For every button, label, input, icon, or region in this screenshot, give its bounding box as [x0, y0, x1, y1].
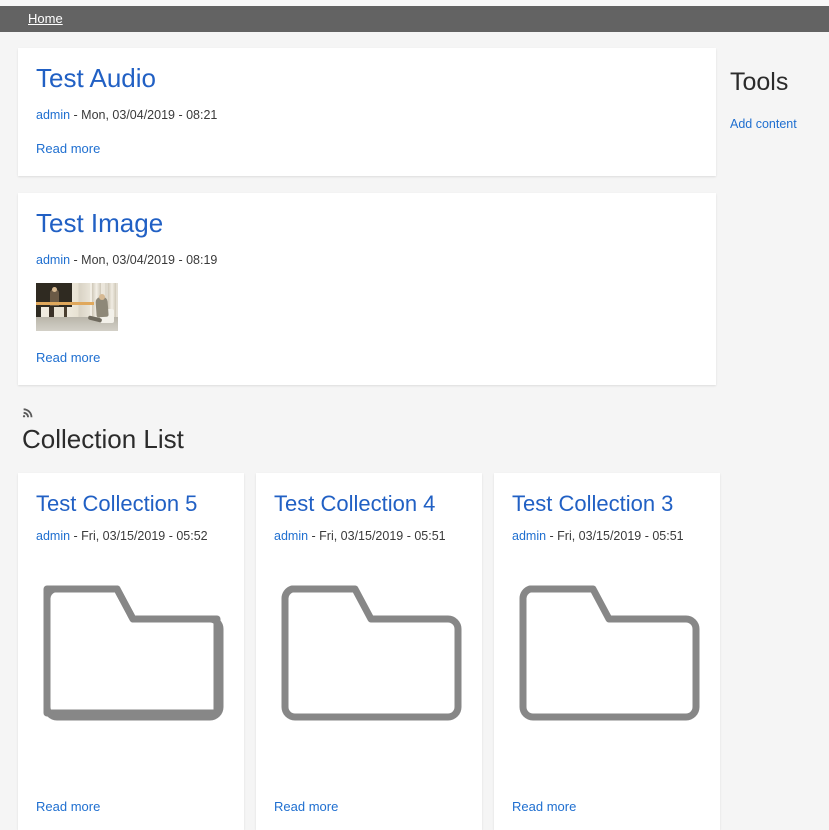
collection-author-link[interactable]: admin — [274, 529, 308, 543]
collection-title-link[interactable]: Test Collection 3 — [512, 491, 673, 516]
sidebar-region: Tools Add content — [716, 32, 829, 131]
article-submitted-separator: - — [70, 108, 81, 122]
collection-title: Test Collection 3 — [512, 491, 704, 516]
collection-read-more-link[interactable]: Read more — [512, 781, 576, 814]
collection-card: Test Collection 3 admin - Fri, 03/15/201… — [494, 473, 720, 830]
sidebar-link-add-content[interactable]: Add content — [730, 117, 829, 131]
admin-toolbar: Home — [0, 6, 829, 32]
collection-title: Test Collection 5 — [36, 491, 228, 516]
collection-date: Fri, 03/15/2019 - 05:52 — [81, 529, 207, 543]
article-author-link[interactable]: admin — [36, 108, 70, 122]
feed-icon-row — [22, 402, 716, 422]
collection-submitted-line: admin - Fri, 03/15/2019 - 05:52 — [36, 529, 228, 543]
collection-submitted-line: admin - Fri, 03/15/2019 - 05:51 — [274, 529, 466, 543]
article-read-more-link[interactable]: Read more — [36, 350, 100, 365]
article-title: Test Image — [36, 209, 698, 239]
thumbnail-receptionist-head — [52, 287, 57, 292]
collection-title-link[interactable]: Test Collection 5 — [36, 491, 197, 516]
article-date: Mon, 03/04/2019 - 08:19 — [81, 253, 217, 267]
collection-date: Fri, 03/15/2019 - 05:51 — [319, 529, 445, 543]
main-content-region: Test Audio admin - Mon, 03/04/2019 - 08:… — [0, 32, 716, 830]
article-card: Test Image admin - Mon, 03/04/2019 - 08:… — [18, 193, 716, 385]
toolbar-item-home[interactable]: Home — [18, 6, 73, 32]
article-title-link[interactable]: Test Audio — [36, 63, 156, 93]
collection-author-link[interactable]: admin — [512, 529, 546, 543]
article-author-link[interactable]: admin — [36, 253, 70, 267]
collection-thumbnail — [36, 571, 228, 731]
collection-submitted-separator: - — [308, 529, 319, 543]
article-thumbnail-image[interactable] — [36, 283, 118, 331]
collection-list-heading: Collection List — [22, 424, 716, 455]
article-read-more-link[interactable]: Read more — [36, 141, 100, 156]
article-submitted-line: admin - Mon, 03/04/2019 - 08:21 — [36, 108, 698, 122]
folder-icon — [513, 571, 703, 731]
collection-thumbnail — [512, 571, 704, 731]
rss-feed-icon[interactable] — [22, 405, 35, 418]
folder-icon — [37, 571, 227, 731]
article-submitted-separator: - — [70, 253, 81, 267]
collection-date: Fri, 03/15/2019 - 05:51 — [557, 529, 683, 543]
thumbnail-reception-counter — [36, 304, 92, 323]
collection-title: Test Collection 4 — [274, 491, 466, 516]
thumbnail-visitor-head — [99, 294, 105, 300]
article-title: Test Audio — [36, 64, 698, 94]
article-submitted-line: admin - Mon, 03/04/2019 - 08:19 — [36, 253, 698, 267]
collection-author-link[interactable]: admin — [36, 529, 70, 543]
collection-thumbnail — [274, 571, 466, 731]
article-card: Test Audio admin - Mon, 03/04/2019 - 08:… — [18, 48, 716, 176]
collection-card: Test Collection 4 admin - Fri, 03/15/201… — [256, 473, 482, 830]
collection-submitted-separator: - — [70, 529, 81, 543]
page-layout: Test Audio admin - Mon, 03/04/2019 - 08:… — [0, 32, 829, 830]
article-date: Mon, 03/04/2019 - 08:21 — [81, 108, 217, 122]
collection-read-more-link[interactable]: Read more — [36, 781, 100, 814]
sidebar-tools-title: Tools — [730, 70, 829, 95]
collection-read-more-link[interactable]: Read more — [274, 781, 338, 814]
article-title-link[interactable]: Test Image — [36, 208, 163, 238]
folder-icon — [275, 571, 465, 731]
collection-card-grid: Test Collection 5 admin - Fri, 03/15/201… — [18, 473, 716, 830]
collection-submitted-line: admin - Fri, 03/15/2019 - 05:51 — [512, 529, 704, 543]
collection-title-link[interactable]: Test Collection 4 — [274, 491, 435, 516]
collection-card: Test Collection 5 admin - Fri, 03/15/201… — [18, 473, 244, 830]
collection-submitted-separator: - — [546, 529, 557, 543]
